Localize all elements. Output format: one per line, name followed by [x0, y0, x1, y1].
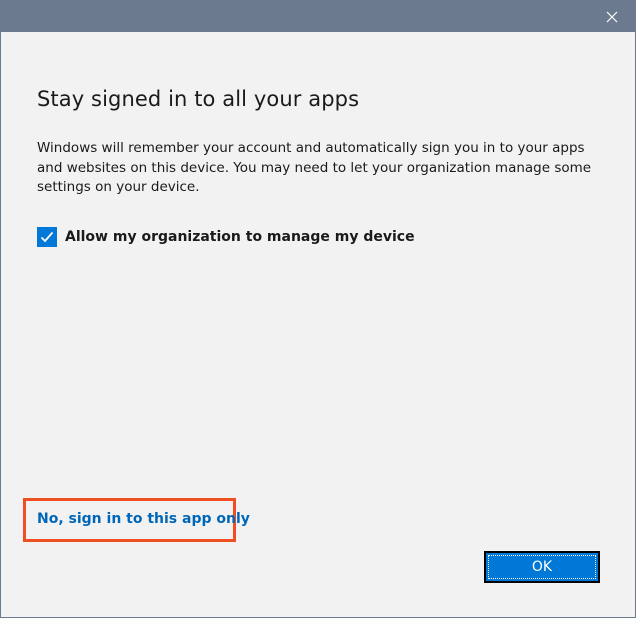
manage-device-checkbox-row[interactable]: Allow my organization to manage my devic… — [37, 227, 415, 247]
close-button[interactable] — [599, 6, 625, 28]
close-icon — [606, 11, 618, 23]
title-bar — [1, 1, 635, 32]
ok-button[interactable]: OK — [484, 551, 600, 583]
dialog-description: Windows will remember your account and a… — [37, 140, 592, 195]
manage-device-checkbox-label: Allow my organization to manage my devic… — [65, 229, 415, 245]
manage-device-checkbox[interactable] — [37, 227, 57, 247]
checkmark-icon — [40, 231, 54, 243]
dialog-window: Stay signed in to all your apps Windows … — [0, 0, 636, 618]
ok-button-label: OK — [531, 559, 553, 575]
dialog-heading: Stay signed in to all your apps — [37, 87, 360, 111]
sign-in-app-only-link[interactable]: No, sign in to this app only — [37, 511, 250, 527]
